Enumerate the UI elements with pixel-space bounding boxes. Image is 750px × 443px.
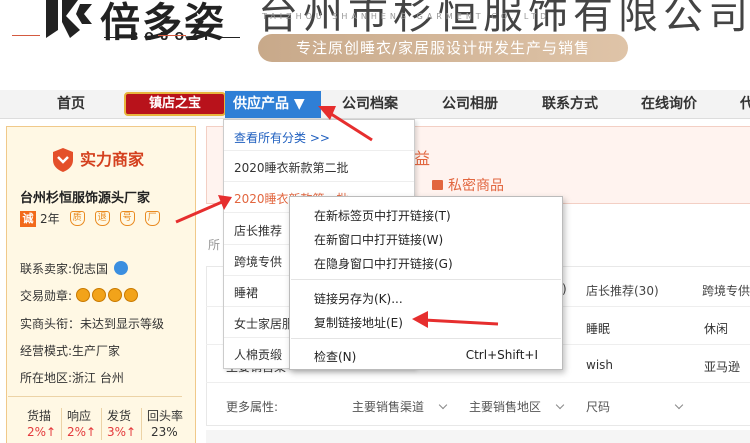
cheng-icon: 诚 (20, 210, 36, 227)
quality-icon[interactable]: 质 (69, 211, 85, 226)
nav-home[interactable]: 首页 (57, 90, 85, 119)
divider (158, 35, 186, 36)
divider (101, 408, 102, 440)
years-text: 2年 (40, 212, 60, 226)
nav-treasure[interactable]: 镇店之宝 (124, 92, 226, 116)
wangwang-chat-icon[interactable] (113, 261, 128, 275)
year-badge: 诚 2年 质 退 号 厂 (20, 210, 160, 227)
private-products-link[interactable]: 私密商品 (432, 175, 504, 195)
ctx-copy-link-address[interactable]: 复制链接地址(E) (314, 314, 403, 331)
attr-select-channel[interactable]: 主要销售渠道 (352, 398, 448, 415)
business-model: 经营模式:生产厂家 (20, 344, 121, 358)
divider (206, 382, 750, 383)
power-merchant-badge: 实力商家 (80, 150, 145, 169)
seller-name[interactable]: 倪志国 (72, 262, 108, 276)
trade-medals: 交易勋章: (20, 287, 140, 304)
logo-subtext: BOUOZI (100, 30, 244, 43)
private-products-label: 私密商品 (448, 178, 504, 194)
stat-label: 回头率 (147, 409, 184, 423)
divider (291, 338, 561, 339)
nav-company-profile[interactable]: 公司档案 (342, 90, 398, 119)
browser-context-menu: 在新标签页中打开链接(T) 在新窗口中打开链接(W) 在隐身窗口中打开链接(G)… (289, 196, 563, 370)
divider (12, 35, 40, 36)
stat-value: 3%↑ (107, 425, 137, 439)
company-name-en: TAIZHOU SHANHENG GARMENT CO. LTD (262, 12, 551, 21)
dropdown-item-cotton-satin[interactable]: 人棉贡缎 (234, 346, 282, 363)
ctx-open-new-tab[interactable]: 在新标签页中打开链接(T) (314, 207, 451, 224)
ctx-inspect-shortcut: Ctrl+Shift+I (465, 348, 538, 362)
chevron-down-icon (438, 400, 448, 410)
contact-seller-label: 联系卖家: (20, 262, 73, 276)
dropdown-item-owner-pick[interactable]: 店长推荐 (234, 222, 282, 239)
shop-region: 所在地区:浙江 台州 (20, 371, 124, 385)
ctx-inspect[interactable]: 检查(N) (314, 348, 356, 365)
more-attributes-label: 更多属性: (226, 400, 279, 414)
medal-icon[interactable] (91, 288, 106, 302)
ctx-open-incognito[interactable]: 在隐身窗口中打开链接(G) (314, 255, 453, 272)
contact-seller: 联系卖家:倪志国 (20, 260, 128, 277)
table-cell[interactable]: wish (586, 358, 613, 372)
dropdown-item-cross-border[interactable]: 跨境专供 (234, 253, 282, 270)
real-shop-title: 实商头衔：未达到显示等级 (20, 317, 165, 331)
dropdown-item-women-homewear[interactable]: 女士家居服 (234, 315, 294, 332)
divider (61, 408, 62, 440)
site-header: 倍多姿 BOUOZI 台州市杉恒服饰有限公司 TAIZHOU SHANHENG … (0, 0, 750, 90)
factory-icon[interactable]: 厂 (144, 211, 160, 226)
attr-select-size-label: 尺码 (586, 400, 611, 414)
stat-value: 23% (151, 425, 178, 439)
nav-contact[interactable]: 联系方式 (542, 90, 598, 119)
trade-medal-label: 交易勋章: (20, 289, 73, 303)
section-footer (206, 430, 750, 443)
attr-select-channel-label: 主要销售渠道 (352, 400, 425, 414)
table-cell[interactable]: 亚马逊 (704, 358, 740, 375)
column-header-owner-pick[interactable]: 店长推荐(30) (586, 282, 659, 299)
stat-label: 发货 (107, 409, 132, 423)
medal-icon[interactable] (123, 288, 138, 302)
divider (224, 181, 414, 182)
column-header-cross-border[interactable]: 跨境专供 (702, 282, 750, 299)
chevron-down-icon (674, 400, 684, 410)
divider (291, 279, 561, 280)
divider (8, 396, 182, 397)
nav-company-album[interactable]: 公司相册 (442, 90, 498, 119)
logo-mark-icon (46, 0, 92, 38)
ctx-save-link-as[interactable]: 链接另存为(K)... (314, 290, 403, 307)
stat-value: 2%↑ (67, 425, 97, 439)
category-label: 所 (208, 238, 221, 252)
stat-label: 响应 (67, 409, 92, 423)
medal-icon[interactable] (107, 288, 122, 302)
stat-value: 2%↑ (27, 425, 57, 439)
number-icon[interactable]: 号 (119, 211, 135, 226)
nav-more[interactable]: 代 (740, 90, 750, 119)
dropdown-item-nightdress[interactable]: 睡裙 (234, 284, 258, 301)
attr-select-size[interactable]: 尺码 (586, 398, 684, 415)
nav-online-inquiry[interactable]: 在线询价 (641, 90, 697, 119)
ctx-open-new-window[interactable]: 在新窗口中打开链接(W) (314, 231, 443, 248)
main-nav: 首页 镇店之宝 供应产品 ▼ 公司档案 公司相册 联系方式 在线询价 代 (0, 90, 750, 119)
shield-icon (53, 148, 73, 172)
stat-label: 货描 (27, 409, 52, 423)
medal-icon[interactable] (75, 288, 90, 302)
slogan-banner: 专注原创睡衣/家居服设计研发生产与销售 (258, 34, 628, 62)
dropdown-item-batch2[interactable]: 2020睡衣新款第二批 (234, 159, 349, 176)
divider (141, 408, 142, 440)
dropdown-view-all[interactable]: 查看所有分类 >> (234, 129, 330, 146)
divider (224, 150, 414, 151)
attr-select-region[interactable]: 主要销售地区 (469, 398, 565, 415)
table-cell[interactable]: 休闲 (704, 320, 728, 337)
return-icon[interactable]: 退 (94, 211, 110, 226)
shop-name[interactable]: 台州杉恒服饰源头厂家 (20, 187, 150, 206)
table-cell[interactable]: 睡眠 (586, 320, 610, 337)
lock-icon (432, 180, 443, 190)
attr-select-region-label: 主要销售地区 (469, 400, 542, 414)
chevron-down-icon (555, 400, 565, 410)
nav-supply-products[interactable]: 供应产品 ▼ (225, 91, 321, 118)
